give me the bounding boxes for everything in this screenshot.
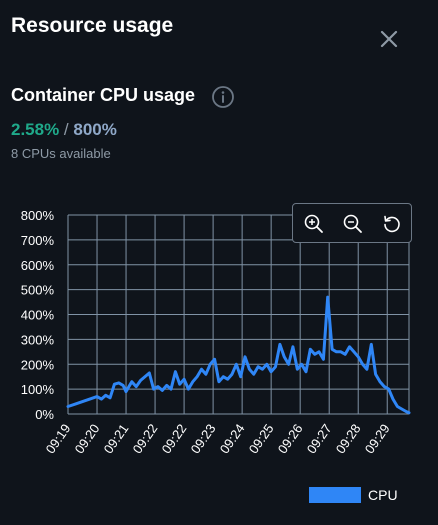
y-tick-label: 400% <box>21 308 55 323</box>
x-tick-label: 09:19 <box>43 421 74 456</box>
x-tick-label: 09:21 <box>101 421 132 456</box>
usage-separator: / <box>59 120 74 139</box>
y-tick-label: 800% <box>21 208 55 223</box>
x-tick-label: 09:22 <box>159 421 190 456</box>
legend-swatch-cpu[interactable] <box>309 487 361 503</box>
x-tick-label: 09:22 <box>130 421 161 456</box>
y-tick-label: 600% <box>21 258 55 273</box>
x-tick-label: 09:24 <box>217 421 248 456</box>
y-tick-label: 700% <box>21 233 55 248</box>
y-tick-label: 500% <box>21 283 55 298</box>
x-tick-label: 09:25 <box>246 421 277 456</box>
x-tick-label: 09:27 <box>304 421 335 456</box>
x-tick-label: 09:23 <box>188 421 219 456</box>
y-tick-label: 100% <box>21 382 55 397</box>
chart-zoom-toolbar <box>292 203 412 243</box>
x-tick-label: 09:26 <box>275 421 306 456</box>
y-tick-label: 0% <box>35 407 54 422</box>
cpu-usage-readout: 2.58% / 800% <box>11 120 117 140</box>
y-tick-label: 300% <box>21 332 55 347</box>
x-tick-label: 09:20 <box>72 421 103 456</box>
zoom-out-icon[interactable] <box>342 213 364 235</box>
section-title: Container CPU usage <box>11 85 196 105</box>
legend-label-cpu[interactable]: CPU <box>368 487 398 503</box>
current-cpu-usage: 2.58% <box>11 120 60 139</box>
y-tick-label: 200% <box>21 357 55 372</box>
x-tick-label: 09:29 <box>362 421 393 456</box>
max-cpu-usage: 800% <box>73 120 117 139</box>
x-tick-label: 09:28 <box>333 421 364 456</box>
zoom-in-icon[interactable] <box>303 213 325 235</box>
cpus-available: 8 CPUs available <box>11 146 111 161</box>
info-icon[interactable] <box>211 85 235 109</box>
close-icon[interactable] <box>376 26 402 52</box>
panel-title: Resource usage <box>11 14 174 37</box>
reset-zoom-icon[interactable] <box>381 213 403 235</box>
